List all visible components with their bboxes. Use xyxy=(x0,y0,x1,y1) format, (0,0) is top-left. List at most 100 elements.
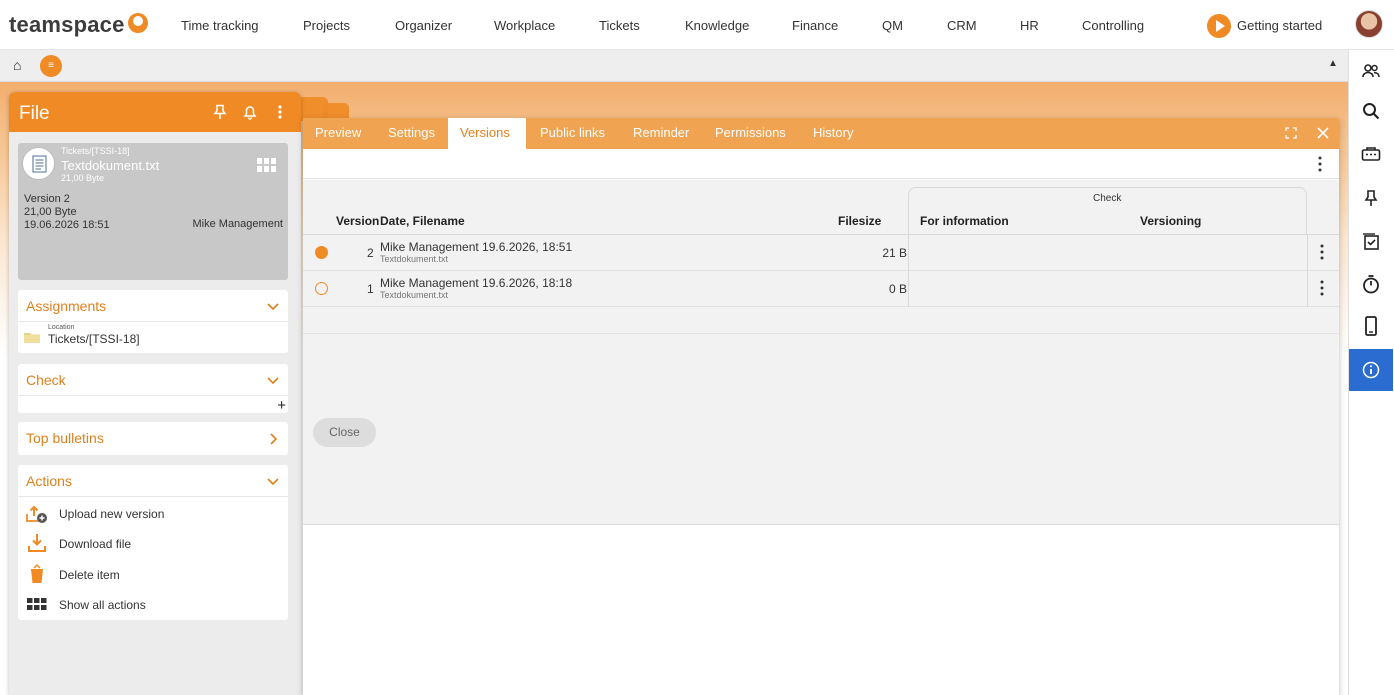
table-row[interactable]: 2 Mike Management 19.6.2026, 18:51 Textd… xyxy=(303,235,1339,271)
location-value: Tickets/[TSSI-18] xyxy=(48,332,140,346)
version-radio[interactable] xyxy=(315,282,328,295)
version-radio[interactable] xyxy=(315,246,328,259)
document-datetime: 19.06.2026 18:51 xyxy=(24,219,110,231)
search-icon[interactable] xyxy=(1349,90,1393,132)
action-download-file[interactable]: Download file xyxy=(18,528,288,558)
collapse-up-icon[interactable]: ▲ xyxy=(1328,58,1338,69)
document-path: Tickets/[TSSI-18] xyxy=(61,146,130,156)
assignments-header[interactable]: Assignments xyxy=(18,290,288,322)
contacts-icon[interactable] xyxy=(1349,50,1393,92)
grid-icon xyxy=(27,598,47,610)
document-size-detail: 21,00 Byte xyxy=(24,206,77,218)
file-dialog: Preview Settings Versions Public links R… xyxy=(303,118,1339,695)
action-show-all-actions[interactable]: Show all actions xyxy=(18,589,288,619)
actions-header[interactable]: Actions xyxy=(18,465,288,497)
dialog-toolbar xyxy=(303,149,1339,179)
chevron-down-icon xyxy=(267,377,279,385)
task-check-icon[interactable] xyxy=(1349,221,1393,263)
tab-versions[interactable]: Versions xyxy=(448,118,526,149)
avatar[interactable] xyxy=(1355,10,1383,38)
nav-hr[interactable]: HR xyxy=(1020,18,1039,33)
grid-icon[interactable] xyxy=(257,158,276,172)
app-logo[interactable]: teamspace xyxy=(9,12,125,38)
action-label: Upload new version xyxy=(59,507,165,521)
version-number: 1 xyxy=(367,282,374,296)
logo-mark-icon xyxy=(128,13,148,33)
document-size: 21,00 Byte xyxy=(61,173,105,183)
action-label: Download file xyxy=(59,537,132,551)
assignments-title: Assignments xyxy=(26,298,107,314)
tab-preview[interactable]: Preview xyxy=(303,118,373,149)
action-delete-item[interactable]: Delete item xyxy=(18,559,288,589)
tab-settings[interactable]: Settings xyxy=(376,118,447,149)
column-header-versioning[interactable]: Versioning xyxy=(1140,214,1201,228)
home-icon[interactable]: ⌂ xyxy=(13,57,21,73)
column-header-for-information[interactable]: For information xyxy=(920,214,1009,228)
nav-finance[interactable]: Finance xyxy=(792,18,838,33)
version-filename: Textdokument.txt xyxy=(380,290,449,300)
close-button[interactable]: Close xyxy=(313,418,376,447)
bell-icon[interactable] xyxy=(242,104,258,120)
play-icon[interactable] xyxy=(1207,14,1231,38)
nav-time-tracking[interactable]: Time tracking xyxy=(181,18,259,33)
column-header-filesize[interactable]: Filesize xyxy=(838,214,881,228)
info-icon[interactable] xyxy=(1349,349,1393,391)
location-row[interactable]: Location Tickets/[TSSI-18] xyxy=(18,322,288,353)
right-sidebar xyxy=(1348,50,1394,695)
action-label: Delete item xyxy=(59,568,120,582)
column-divider xyxy=(1307,235,1308,271)
add-check-button[interactable]: + xyxy=(277,397,286,414)
check-section: Check + xyxy=(18,364,288,414)
column-divider xyxy=(908,271,909,307)
download-icon xyxy=(28,534,46,552)
more-vertical-icon[interactable] xyxy=(1319,244,1325,260)
more-vertical-icon[interactable] xyxy=(272,104,288,120)
nav-organizer[interactable]: Organizer xyxy=(395,18,452,33)
close-icon[interactable] xyxy=(1316,126,1330,140)
tab-reminder[interactable]: Reminder xyxy=(621,118,701,149)
nav-tickets[interactable]: Tickets xyxy=(599,18,640,33)
pin-icon[interactable] xyxy=(1349,177,1393,219)
column-divider xyxy=(908,235,909,271)
version-filesize: 21 B xyxy=(882,246,907,260)
action-upload-new-version[interactable]: Upload new version xyxy=(18,498,288,528)
nav-controlling[interactable]: Controlling xyxy=(1082,18,1144,33)
column-divider xyxy=(1307,271,1308,307)
inbox-icon[interactable] xyxy=(1349,133,1393,175)
more-vertical-icon[interactable] xyxy=(1319,280,1325,296)
stopwatch-icon[interactable] xyxy=(1349,263,1393,305)
chevron-down-icon xyxy=(267,303,279,311)
tab-public-links[interactable]: Public links xyxy=(528,118,617,149)
versions-panel: Check Version Date, Filename Filesize Fo… xyxy=(303,180,1339,525)
version-number: 2 xyxy=(367,246,374,260)
action-label: Show all actions xyxy=(59,598,146,612)
nav-workplace[interactable]: Workplace xyxy=(494,18,555,33)
top-bulletins-section[interactable]: Top bulletins xyxy=(18,422,288,455)
column-header-date-filename[interactable]: Date, Filename xyxy=(380,214,465,228)
menu-icon[interactable]: ≡ xyxy=(40,55,62,77)
more-vertical-icon[interactable] xyxy=(1317,156,1323,172)
breadcrumb-bar: ⌂ ≡ ▲ xyxy=(0,50,1348,82)
nav-knowledge[interactable]: Knowledge xyxy=(685,18,749,33)
check-header[interactable]: Check xyxy=(18,364,288,396)
divider xyxy=(303,333,1339,334)
assignments-section: Assignments Location Tickets/[TSSI-18] xyxy=(18,290,288,353)
mobile-icon[interactable] xyxy=(1349,305,1393,347)
tab-history[interactable]: History xyxy=(801,118,865,149)
maximize-icon[interactable] xyxy=(1284,126,1298,140)
getting-started-link[interactable]: Getting started xyxy=(1237,18,1322,33)
file-panel-title: File xyxy=(19,103,50,124)
table-row[interactable]: 1 Mike Management 19.6.2026, 18:18 Textd… xyxy=(303,271,1339,307)
file-panel-header: File xyxy=(9,92,301,132)
nav-projects[interactable]: Projects xyxy=(303,18,350,33)
file-panel: File Tickets/[TSSI-18] Textdokument.txt … xyxy=(9,92,301,695)
pin-icon[interactable] xyxy=(212,104,228,120)
tab-permissions[interactable]: Permissions xyxy=(703,118,798,149)
nav-crm[interactable]: CRM xyxy=(947,18,977,33)
version-title: Mike Management 19.6.2026, 18:51 xyxy=(380,240,573,254)
nav-qm[interactable]: QM xyxy=(882,18,903,33)
document-card[interactable]: Tickets/[TSSI-18] Textdokument.txt 21,00… xyxy=(18,143,288,280)
column-header-version[interactable]: Version xyxy=(336,214,379,228)
text-document-icon xyxy=(22,147,55,180)
folder-icon xyxy=(24,333,40,343)
